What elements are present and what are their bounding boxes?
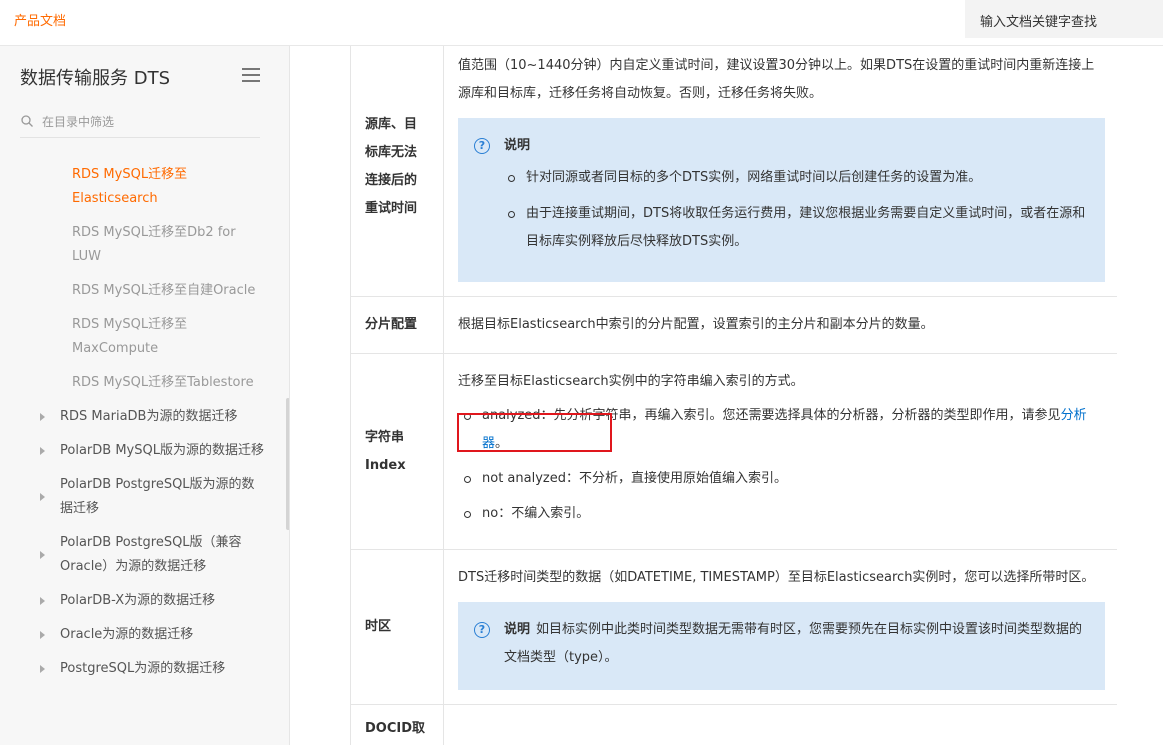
param-name: DOCID取 <box>350 704 444 745</box>
toc-item-rds-mysql-to-db2[interactable]: RDS MySQL迁移至Db2 for LUW <box>0 216 286 274</box>
toc-item-polardb-postgresql[interactable]: PolarDB PostgreSQL版为源的数据迁移 <box>0 468 286 526</box>
table-row: 源库、目标库无法连接后的重试时间 值范围（10~1440分钟）内自定义重试时间，… <box>350 46 1117 297</box>
param-desc: 值范围（10~1440分钟）内自定义重试时间，建议设置30分钟以上。如果DTS在… <box>443 46 1117 297</box>
toc-item-postgresql[interactable]: PostgreSQL为源的数据迁移 <box>0 652 286 686</box>
highlight-box <box>457 413 612 452</box>
note-box: ? 说明 针对同源或者同目标的多个DTS实例，网络重试时间以后创建任务的设置为准… <box>458 118 1105 282</box>
table-row: 分片配置 根据目标Elasticsearch中索引的分片配置，设置索引的主分片和… <box>350 296 1117 354</box>
question-circle-icon: ? <box>474 622 490 638</box>
doc-content: 源库、目标库无法连接后的重试时间 值范围（10~1440分钟）内自定义重试时间，… <box>290 46 1163 745</box>
caret-right-icon <box>40 551 45 559</box>
param-desc <box>443 704 1117 745</box>
toc-item-rds-mysql-to-elasticsearch[interactable]: RDS MySQL迁移至Elasticsearch <box>0 158 286 216</box>
toc-item-rds-mysql-to-maxcompute[interactable]: RDS MySQL迁移至MaxCompute <box>0 308 286 366</box>
caret-right-icon <box>40 493 45 501</box>
param-desc-text: 值范围（10~1440分钟）内自定义重试时间，建议设置30分钟以上。如果DTS在… <box>458 58 1095 101</box>
toc-filter-input[interactable]: 在目录中筛选 <box>42 113 114 130</box>
list-item: 由于连接重试期间，DTS将收取任务运行费用，建议您根据业务需要自定义重试时间，或… <box>508 200 1087 256</box>
product-docs-link[interactable]: 产品文档 <box>14 10 66 29</box>
toc-filter[interactable]: 在目录中筛选 <box>20 106 260 138</box>
toc-item-rds-mariadb[interactable]: RDS MariaDB为源的数据迁移 <box>0 400 286 434</box>
param-name: 字符串Index <box>350 353 444 550</box>
toc-item-polardb-postgresql-oracle[interactable]: PolarDB PostgreSQL版（兼容Oracle）为源的数据迁移 <box>0 526 286 584</box>
toc-item-polardb-mysql[interactable]: PolarDB MySQL版为源的数据迁移 <box>0 434 286 468</box>
question-circle-icon: ? <box>474 138 490 154</box>
note-box: ? 说明 如目标实例中此类时间类型数据无需带有时区，您需要预先在目标实例中设置该时… <box>458 602 1105 690</box>
note-heading: ? 说明 <box>474 132 1087 160</box>
caret-right-icon <box>40 631 45 639</box>
sidebar: 数据传输服务 DTS 在目录中筛选 RDS MySQL迁移至Elasticsea… <box>0 46 290 745</box>
hamburger-menu-icon[interactable] <box>242 68 260 82</box>
caret-right-icon <box>40 665 45 673</box>
toc-item-oracle[interactable]: Oracle为源的数据迁移 <box>0 618 286 652</box>
table-row: DOCID取 <box>350 704 1117 745</box>
doc-search-input[interactable]: 输入文档关键字查找 <box>965 0 1163 38</box>
sidebar-title: 数据传输服务 DTS <box>20 68 171 89</box>
param-desc: 根据目标Elasticsearch中索引的分片配置，设置索引的主分片和副本分片的… <box>443 296 1117 354</box>
top-bar: 产品文档 输入文档关键字查找 <box>0 0 1163 46</box>
param-name: 时区 <box>350 549 444 705</box>
caret-right-icon <box>40 597 45 605</box>
param-desc-text: DTS迁移时间类型的数据（如DATETIME, TIMESTAMP）至目标Ela… <box>458 570 1095 585</box>
param-name: 分片配置 <box>350 296 444 354</box>
param-name: 源库、目标库无法连接后的重试时间 <box>350 46 444 297</box>
note-inline: ? 说明 如目标实例中此类时间类型数据无需带有时区，您需要预先在目标实例中设置该时… <box>474 616 1087 672</box>
caret-right-icon <box>40 413 45 421</box>
toc-item-polardb-x[interactable]: PolarDB-X为源的数据迁移 <box>0 584 286 618</box>
list-item: not analyzed：不分析，直接使用原始值编入索引。 <box>464 465 1105 493</box>
table-row: 时区 DTS迁移时间类型的数据（如DATETIME, TIMESTAMP）至目标… <box>350 549 1117 705</box>
list-item: 针对同源或者同目标的多个DTS实例，网络重试时间以后创建任务的设置为准。 <box>508 164 1087 192</box>
search-icon <box>21 115 33 127</box>
note-list: 针对同源或者同目标的多个DTS实例，网络重试时间以后创建任务的设置为准。 由于连… <box>474 164 1087 256</box>
param-desc-text: 迁移至目标Elasticsearch实例中的字符串编入索引的方式。 <box>458 374 804 389</box>
list-item: no：不编入索引。 <box>464 500 1105 528</box>
toc-item-rds-mysql-to-oracle[interactable]: RDS MySQL迁移至自建Oracle <box>0 274 286 308</box>
toc-item-rds-mysql-to-tablestore[interactable]: RDS MySQL迁移至Tablestore <box>0 366 286 400</box>
params-table: 源库、目标库无法连接后的重试时间 值范围（10~1440分钟）内自定义重试时间，… <box>350 46 1117 745</box>
caret-right-icon <box>40 447 45 455</box>
param-desc: DTS迁移时间类型的数据（如DATETIME, TIMESTAMP）至目标Ela… <box>443 549 1117 705</box>
toc-nav: RDS MySQL迁移至Elasticsearch RDS MySQL迁移至Db… <box>0 158 286 686</box>
